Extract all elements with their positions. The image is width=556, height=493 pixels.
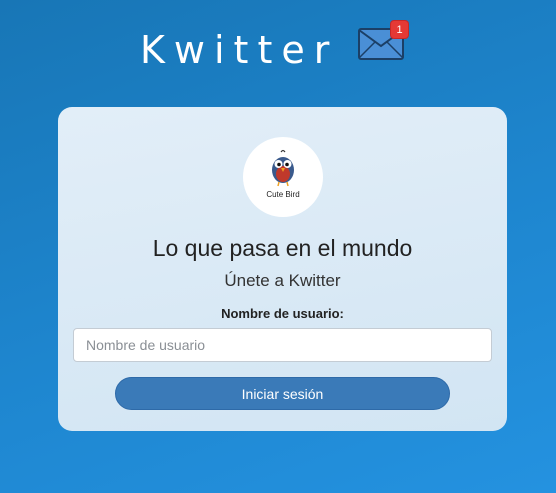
logo: Cute Bird (243, 137, 323, 217)
bird-icon (272, 149, 294, 187)
notification-badge: 1 (390, 20, 409, 39)
username-input[interactable] (73, 328, 492, 362)
login-card: Cute Bird Lo que pasa en el mundo Únete … (58, 107, 507, 431)
subheadline: Únete a Kwitter (224, 271, 341, 290)
header: Kwitter 1 (0, 0, 556, 100)
logo-text: Cute Bird (266, 190, 300, 199)
headline: Lo que pasa en el mundo (152, 235, 413, 261)
app-title: Kwitter (140, 28, 339, 72)
mail-notification[interactable]: 1 (358, 20, 414, 64)
login-button[interactable]: Iniciar sesión (115, 377, 450, 410)
username-label: Nombre de usuario: (221, 306, 344, 321)
